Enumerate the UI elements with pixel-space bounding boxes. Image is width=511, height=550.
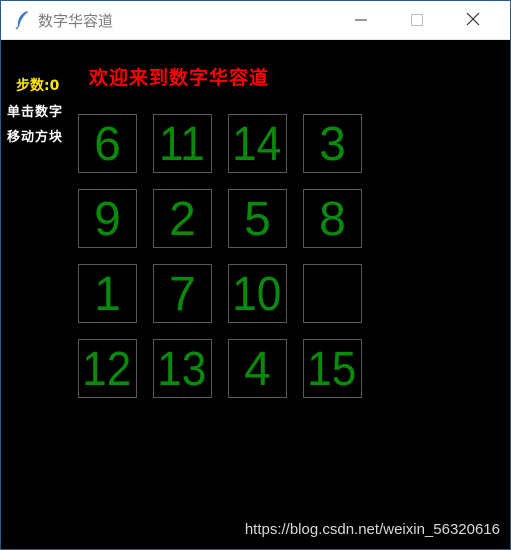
close-button[interactable] [446, 1, 500, 39]
minimize-button[interactable] [334, 1, 388, 39]
tile[interactable]: 14 [228, 114, 287, 173]
tile[interactable]: 7 [153, 264, 212, 323]
tile[interactable]: 6 [78, 114, 137, 173]
tile[interactable]: 11 [153, 114, 212, 173]
tile-number: 10 [231, 268, 282, 321]
tile-number: 7 [169, 268, 196, 321]
hint-line-2: 移动方块 [7, 130, 64, 145]
tile[interactable]: 5 [228, 189, 287, 248]
tile-number: 8 [319, 193, 346, 246]
tile-number: 6 [94, 118, 121, 171]
tile-number: 4 [244, 343, 271, 396]
tile-number: 15 [306, 343, 357, 396]
tile[interactable]: 13 [153, 339, 212, 398]
tile[interactable]: 12 [78, 339, 137, 398]
step-counter: 步数:0 [16, 78, 60, 94]
tile[interactable]: 10 [228, 264, 287, 323]
tile-number: 11 [158, 118, 205, 171]
puzzle-board: 6 11 14 3 9 2 5 8 1 7 10 12 13 4 15 [78, 114, 368, 404]
welcome-title: 欢迎来到数字华容道 [89, 67, 270, 89]
feather-icon [14, 10, 30, 30]
tile[interactable]: 9 [78, 189, 137, 248]
minimize-icon [355, 11, 367, 30]
window-title: 数字华容道 [38, 12, 114, 30]
tile-number: 1 [94, 268, 121, 321]
tile-number: 3 [319, 118, 346, 171]
tile[interactable]: 4 [228, 339, 287, 398]
tile[interactable]: 1 [78, 264, 137, 323]
tile[interactable]: 8 [303, 189, 362, 248]
tile-number: 5 [244, 193, 271, 246]
maximize-icon [411, 11, 423, 30]
maximize-button[interactable] [390, 1, 444, 39]
close-icon [466, 11, 480, 30]
tile[interactable]: 3 [303, 114, 362, 173]
watermark-url: https://blog.csdn.net/weixin_56320616 [244, 521, 500, 538]
empty-tile[interactable] [303, 264, 362, 323]
hint-line-1: 单击数字 [7, 105, 64, 120]
tile-number: 12 [81, 343, 132, 396]
tile[interactable]: 2 [153, 189, 212, 248]
app-window: 数字华容道 步数:0 单击数字 移动方块 欢迎来到数字华容道 6 11 14 3… [0, 0, 511, 550]
tile-number: 14 [231, 118, 282, 171]
tile[interactable]: 15 [303, 339, 362, 398]
tile-number: 13 [156, 343, 207, 396]
tile-number: 2 [169, 193, 196, 246]
tile-number: 9 [94, 193, 121, 246]
title-bar[interactable]: 数字华容道 [1, 1, 510, 40]
